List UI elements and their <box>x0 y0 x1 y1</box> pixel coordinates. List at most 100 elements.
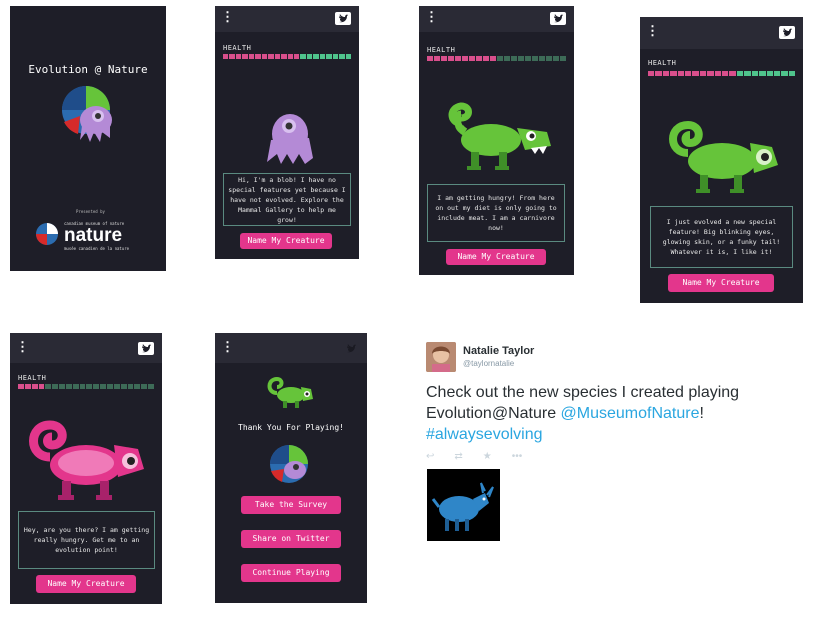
share-twitter-button[interactable]: Share on Twitter <box>241 530 341 548</box>
health-segment <box>655 71 662 76</box>
museum-logo-icon <box>36 223 58 245</box>
health-segment <box>72 384 79 389</box>
health-segment <box>24 384 31 389</box>
health-segment <box>93 384 100 389</box>
health-bar <box>223 54 352 59</box>
health-segment <box>441 56 447 61</box>
blob-screen: ⋮ HEALTH Hi, I'm a blob! I have no speci… <box>215 6 359 259</box>
health-label: HEALTH <box>223 44 252 52</box>
health-segment <box>261 54 268 59</box>
health-segment <box>326 54 332 59</box>
twitter-icon[interactable] <box>550 12 566 25</box>
health-segment <box>525 56 531 61</box>
health-segment <box>59 384 65 389</box>
name-creature-button[interactable]: Name My Creature <box>668 274 774 292</box>
health-segment <box>281 54 287 59</box>
health-segment <box>127 384 134 389</box>
twitter-icon[interactable] <box>138 342 154 355</box>
health-segment <box>692 71 699 76</box>
health-segment <box>759 71 766 76</box>
health-segment <box>455 56 461 61</box>
health-segment <box>670 71 677 76</box>
health-segment <box>313 54 319 59</box>
more-icon[interactable]: ••• <box>512 451 523 462</box>
health-segment <box>248 54 255 59</box>
thank-you-screen: ⋮ Thank You For Playing! Take the Survey… <box>215 333 367 603</box>
retweet-icon[interactable]: ⇄ <box>454 451 462 462</box>
health-segment <box>100 384 106 389</box>
top-bar: ⋮ <box>10 333 162 363</box>
menu-icon[interactable]: ⋮ <box>646 25 659 39</box>
health-segment <box>707 71 714 76</box>
health-segment <box>293 54 300 59</box>
tweet-image[interactable] <box>427 469 500 541</box>
mention-link[interactable]: @MuseumofNature <box>561 405 700 422</box>
health-bar <box>18 384 154 389</box>
twitter-icon[interactable] <box>335 12 351 25</box>
top-bar: ⋮ <box>215 333 367 363</box>
continue-playing-button[interactable]: Continue Playing <box>241 564 341 582</box>
menu-icon[interactable]: ⋮ <box>221 341 234 355</box>
twitter-icon[interactable] <box>779 26 795 39</box>
health-segment <box>141 384 148 389</box>
health-segment <box>18 384 24 389</box>
health-segment <box>65 384 72 389</box>
evolution-logo <box>62 86 112 142</box>
menu-icon[interactable]: ⋮ <box>221 11 234 25</box>
favorite-icon[interactable]: ★ <box>483 451 492 462</box>
thank-you-title: Thank You For Playing! <box>238 423 344 432</box>
health-segment <box>79 384 86 389</box>
tweet-author-name[interactable]: Natalie Taylor <box>463 345 534 357</box>
health-segment <box>306 54 313 59</box>
health-segment <box>448 56 454 61</box>
tweet-author-handle[interactable]: @taylornatalie <box>463 359 514 368</box>
health-segment <box>242 54 248 59</box>
top-bar: ⋮ <box>215 6 359 32</box>
health-segment <box>662 71 670 76</box>
new-feature-screen: ⋮ HEALTH I just evolved a new special fe… <box>640 17 803 303</box>
health-segment <box>729 71 736 76</box>
menu-icon[interactable]: ⋮ <box>425 11 438 25</box>
health-segment <box>45 384 52 389</box>
museum-name: nature <box>64 225 123 246</box>
top-bar: ⋮ <box>640 17 803 49</box>
take-survey-button[interactable]: Take the Survey <box>241 496 341 514</box>
health-segment <box>319 54 326 59</box>
name-creature-button[interactable]: Name My Creature <box>240 233 332 249</box>
app-title: Evolution @ Nature <box>28 63 148 76</box>
health-segment <box>714 71 722 76</box>
health-segment <box>235 54 242 59</box>
health-segment <box>300 54 306 59</box>
splash-screen: Evolution @ Nature Presented by canadian… <box>10 6 166 271</box>
health-segment <box>518 56 524 61</box>
health-segment <box>560 56 566 61</box>
health-segment <box>469 56 475 61</box>
health-segment <box>744 71 751 76</box>
top-bar: ⋮ <box>419 6 574 32</box>
health-segment <box>120 384 127 389</box>
twitter-icon <box>343 342 359 355</box>
health-segment <box>677 71 685 76</box>
health-segment <box>788 71 796 76</box>
health-segment <box>427 56 433 61</box>
health-segment <box>148 384 154 389</box>
menu-icon[interactable]: ⋮ <box>16 341 29 355</box>
mini-chameleon-icon <box>267 377 313 408</box>
health-segment <box>476 56 482 61</box>
health-segment <box>751 71 759 76</box>
reply-icon[interactable]: ↩ <box>426 451 434 462</box>
creature-message: I just evolved a new special feature! Bi… <box>650 206 793 268</box>
hashtag-link[interactable]: #alwaysevolving <box>426 426 543 443</box>
tweet-text: Check out the new species I created play… <box>426 382 806 445</box>
health-segment <box>648 71 655 76</box>
health-segment <box>766 71 773 76</box>
name-creature-button[interactable]: Name My Creature <box>446 249 546 265</box>
avatar[interactable] <box>426 342 456 372</box>
health-segment <box>539 56 545 61</box>
health-segment <box>736 71 744 76</box>
health-segment <box>434 56 440 61</box>
health-segment <box>106 384 113 389</box>
name-creature-button[interactable]: Name My Creature <box>36 575 136 593</box>
green-creature <box>448 102 551 170</box>
health-segment <box>31 384 38 389</box>
